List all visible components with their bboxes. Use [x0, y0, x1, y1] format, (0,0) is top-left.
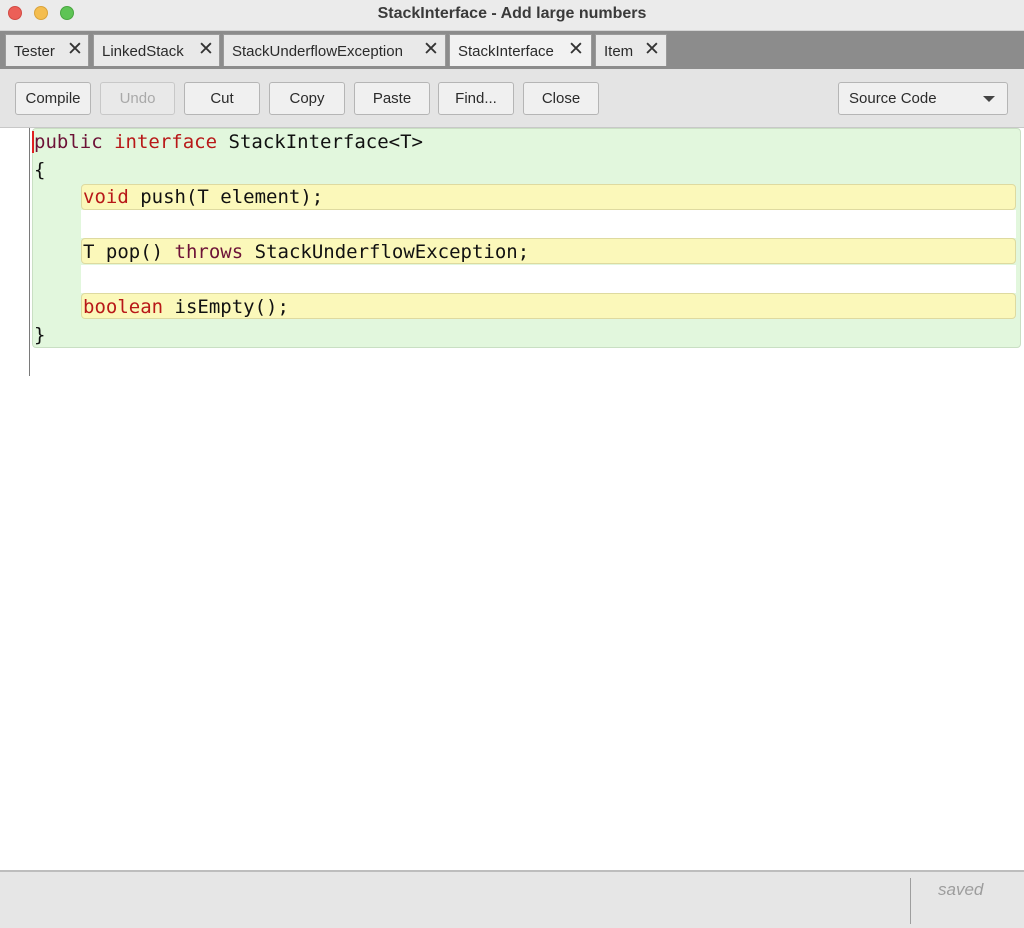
keyword-void: void [83, 186, 129, 208]
code-line-2: { [34, 157, 45, 183]
close-icon[interactable]: ✕ [67, 39, 83, 61]
scope-gap [81, 210, 1016, 238]
copy-button[interactable]: Copy [269, 82, 345, 115]
undo-button[interactable]: Undo [100, 82, 175, 115]
view-select[interactable]: Source Code [838, 82, 1008, 115]
paste-button[interactable]: Paste [354, 82, 430, 115]
tab-label: Tester [14, 43, 55, 60]
status-bar: saved [0, 870, 1024, 928]
close-icon[interactable]: ✕ [423, 39, 439, 61]
keyword-interface: interface [114, 131, 217, 153]
code-line-3: void push(T element); [83, 184, 323, 210]
code-text: isEmpty(); [175, 296, 289, 318]
close-icon[interactable]: ✕ [568, 39, 584, 61]
keyword-boolean: boolean [83, 296, 163, 318]
code-text: StackInterface<T> [229, 131, 423, 153]
chevron-down-icon [983, 96, 995, 102]
editor-tab-strip: Tester ✕ LinkedStack ✕ StackUnderflowExc… [0, 31, 1024, 69]
tab-label: LinkedStack [102, 43, 184, 60]
tab-stackunderflowexception[interactable]: StackUnderflowException ✕ [223, 34, 446, 66]
tab-linkedstack[interactable]: LinkedStack ✕ [93, 34, 220, 66]
tab-label: Item [604, 43, 633, 60]
compile-button[interactable]: Compile [15, 82, 91, 115]
keyword-throws: throws [175, 241, 244, 263]
close-icon[interactable]: ✕ [644, 39, 660, 61]
code-text: push(T element); [140, 186, 323, 208]
view-select-value: Source Code [849, 90, 937, 107]
code-editor[interactable]: public interface StackInterface<T> { voi… [0, 128, 1024, 870]
close-icon[interactable]: ✕ [198, 39, 214, 61]
tab-item[interactable]: Item ✕ [595, 34, 667, 66]
code-line-5: T pop() throws StackUnderflowException; [83, 239, 529, 265]
find-button[interactable]: Find... [438, 82, 514, 115]
code-text: StackUnderflowException; [255, 241, 530, 263]
code-line-7: boolean isEmpty(); [83, 294, 289, 320]
window-titlebar: StackInterface - Add large numbers [0, 0, 1024, 31]
tab-stackinterface[interactable]: StackInterface ✕ [449, 34, 592, 66]
status-divider [910, 878, 911, 924]
tab-label: StackUnderflowException [232, 43, 403, 60]
code-text: T pop() [83, 241, 163, 263]
cut-button[interactable]: Cut [184, 82, 260, 115]
editor-toolbar: Compile Undo Cut Copy Paste Find... Clos… [0, 69, 1024, 128]
code-line-8: } [34, 322, 45, 348]
save-status: saved [938, 880, 983, 900]
close-button[interactable]: Close [523, 82, 599, 115]
tab-tester[interactable]: Tester ✕ [5, 34, 89, 66]
code-line-1: public interface StackInterface<T> [34, 129, 423, 155]
scope-gap [81, 265, 1016, 293]
keyword-public: public [34, 131, 103, 153]
tab-label: StackInterface [458, 43, 554, 60]
gutter-divider [29, 128, 30, 376]
window-title: StackInterface - Add large numbers [0, 5, 1024, 23]
